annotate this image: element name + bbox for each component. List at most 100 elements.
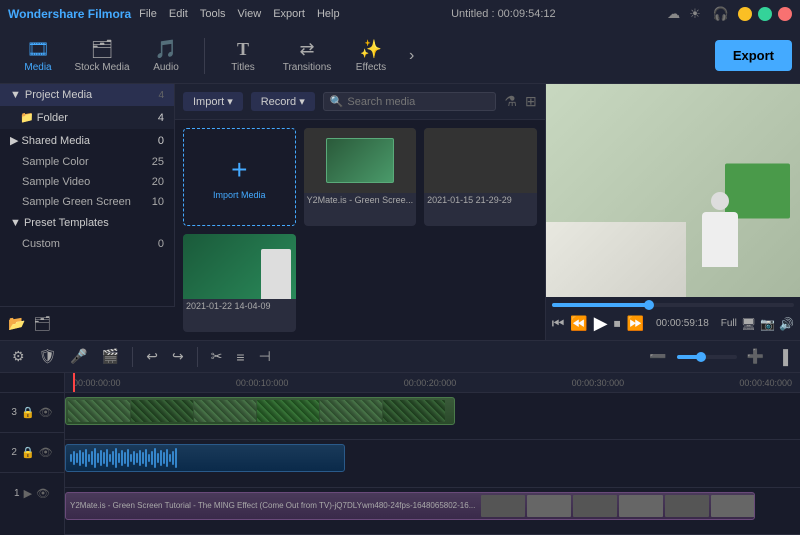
headphones-icon[interactable]: 🎧 [713,6,729,22]
frame-forward-button[interactable]: ⏩ [627,315,644,332]
media-panel: Import ▾ Record ▾ 🔍 ⚗ ⊞ + Import Media [175,84,545,340]
sidebar-item-preset-templates[interactable]: ▼ Preset Templates [0,212,174,234]
skip-back-button[interactable]: ⏮ [552,315,565,332]
eye-icon-2[interactable]: 👁 [39,446,53,459]
zoom-out-icon[interactable]: ➖ [645,346,670,367]
title-bar-left: Wondershare Filmora File Edit Tools View… [8,7,340,21]
lock-icon-3[interactable]: 🔒 [21,406,35,419]
volume-icon[interactable]: 🔊 [779,317,794,331]
cloud-icon[interactable]: ☁ [667,6,680,22]
menu-export[interactable]: Export [273,8,305,20]
grid-view-icon[interactable]: ⊞ [525,93,537,110]
lock-icon-2[interactable]: 🔒 [21,446,35,459]
more-tabs-button[interactable]: › [409,47,414,65]
play-button[interactable]: ▶ [594,313,608,334]
quality-select[interactable]: Full [721,318,737,329]
add-folder-icon[interactable]: 📂 [8,315,25,332]
plus-icon: + [231,154,247,186]
cut-icon[interactable]: ✂ [207,346,227,367]
tab-transitions-label: Transitions [283,62,332,73]
tab-stock-media[interactable]: 🗂 Stock Media [72,32,132,80]
maximize-button[interactable] [758,7,772,21]
timeline-settings-icon[interactable]: ▐ [774,347,792,367]
app-logo: Wondershare Filmora [8,7,131,21]
search-input[interactable] [347,96,489,108]
media-item-thumb1[interactable]: Y2Mate.is - Green Scree... [304,128,417,226]
split-icon[interactable]: ⊣ [255,346,275,367]
settings-icon[interactable]: ⚙ [8,346,29,367]
close-button[interactable] [778,7,792,21]
undo-icon[interactable]: ↩ [142,346,162,367]
monitor-icon[interactable]: 🖥 [741,317,756,331]
menu-file[interactable]: File [139,8,157,20]
tab-media[interactable]: 🎞 Media [8,32,68,80]
thumb1-image [304,128,417,193]
mic-icon[interactable]: 🎤 [66,346,91,367]
track-controls: 3 🔒 👁 2 🔒 👁 1 ▶ 👁 [0,373,65,535]
track-2-clip[interactable]: // Generate waveform bars inline const h… [65,444,345,472]
sidebar-item-shared-media[interactable]: ▶ Shared Media 0 [0,129,174,152]
menu-help[interactable]: Help [317,8,340,20]
import-label: Import [193,96,224,108]
track-3-clip[interactable] [65,397,455,425]
import-button[interactable]: Import ▾ [183,92,243,111]
eye-icon-3[interactable]: 👁 [39,406,53,419]
stop-button[interactable]: ⏹ [614,315,621,332]
eye-icon-1[interactable]: 👁 [36,487,50,500]
sidebar-item-folder[interactable]: 📁 Folder 4 [0,106,174,129]
sidebar-item-project-media[interactable]: ▼ Project Media 4 [0,84,174,106]
shared-media-count: 0 [158,135,164,147]
menu-edit[interactable]: Edit [169,8,188,20]
thumb1-label: Y2Mate.is - Green Scree... [304,193,417,207]
track-row-1: Y2Mate.is - Green Screen Tutorial - The … [65,488,800,535]
record-button[interactable]: Record ▾ [251,92,315,111]
preview-controls: ⏮ ⏪ ▶ ⏹ ⏩ 00:00:59:18 Full 🖥 📷 🔊 [546,297,800,340]
sidebar-item-sample-color[interactable]: Sample Color 25 [0,152,174,172]
track-1-clip[interactable]: Y2Mate.is - Green Screen Tutorial - The … [65,492,755,520]
film-icon[interactable]: 🎬 [98,346,123,367]
zoom-slider[interactable] [677,355,737,359]
preview-panel: ⏮ ⏪ ▶ ⏹ ⏩ 00:00:59:18 Full 🖥 📷 🔊 [545,84,800,340]
record-dropdown-icon: ▾ [299,95,305,108]
zoom-in-icon[interactable]: ➕ [743,346,768,367]
media-item-thumb3[interactable]: 2021-01-22 14-04-09 [183,234,296,332]
sample-color-count: 25 [152,156,164,168]
sidebar-item-custom[interactable]: Custom 0 [0,234,174,254]
media-item-thumb2[interactable]: 2021-01-15 21-29-29 [424,128,537,226]
play-icon-1[interactable]: ▶ [24,487,32,500]
sidebar: ▼ Project Media 4 📁 Folder 4 ▶ Shared Me… [0,84,175,340]
camera-snap-icon[interactable]: 📷 [760,317,775,331]
time-display: 00:00:59:18 [656,318,709,329]
sun-icon[interactable]: ☀ [689,6,701,22]
tab-titles[interactable]: T Titles [213,32,273,80]
filter-icon[interactable]: ⚗ [504,93,517,110]
minimize-button[interactable] [738,7,752,21]
ruler-mark-0: 00:00:00:00 [73,378,121,388]
import-media-button[interactable]: + Import Media [183,128,296,226]
tab-transitions[interactable]: ⇄ Transitions [277,32,337,80]
tab-audio[interactable]: 🎵 Audio [136,32,196,80]
redo-icon[interactable]: ↪ [168,346,188,367]
ruler-mark-1: 00:00:10:000 [236,378,289,388]
playback-controls: ⏮ ⏪ ▶ ⏹ ⏩ [552,313,644,334]
shield-icon[interactable]: 🛡 [35,346,61,367]
playback-progress[interactable] [552,303,794,307]
menu-view[interactable]: View [238,8,262,20]
progress-handle[interactable] [644,300,654,310]
ripple-icon[interactable]: ≡ [232,347,248,367]
track-3-number: 3 [11,407,17,418]
tab-audio-label: Audio [153,62,179,73]
export-button[interactable]: Export [715,40,792,71]
sidebar-item-sample-video[interactable]: Sample Video 20 [0,172,174,192]
tab-effects[interactable]: ✨ Effects [341,32,401,80]
new-folder-icon[interactable]: 🗂 [33,315,51,332]
control-row: ⏮ ⏪ ▶ ⏹ ⏩ 00:00:59:18 Full 🖥 📷 🔊 [552,313,794,334]
timeline-ruler: 00:00:00:00 00:00:10:000 00:00:20:000 00… [65,373,800,393]
frame-back-button[interactable]: ⏪ [570,315,587,332]
sample-video-count: 20 [152,176,164,188]
sidebar-item-sample-green[interactable]: Sample Green Screen 10 [0,192,174,212]
chevron-right-icon: ▶ [10,135,18,147]
ruler-mark-4: 00:00:40:000 [739,378,792,388]
thumb3-label: 2021-01-22 14-04-09 [183,299,296,313]
menu-tools[interactable]: Tools [200,8,226,20]
